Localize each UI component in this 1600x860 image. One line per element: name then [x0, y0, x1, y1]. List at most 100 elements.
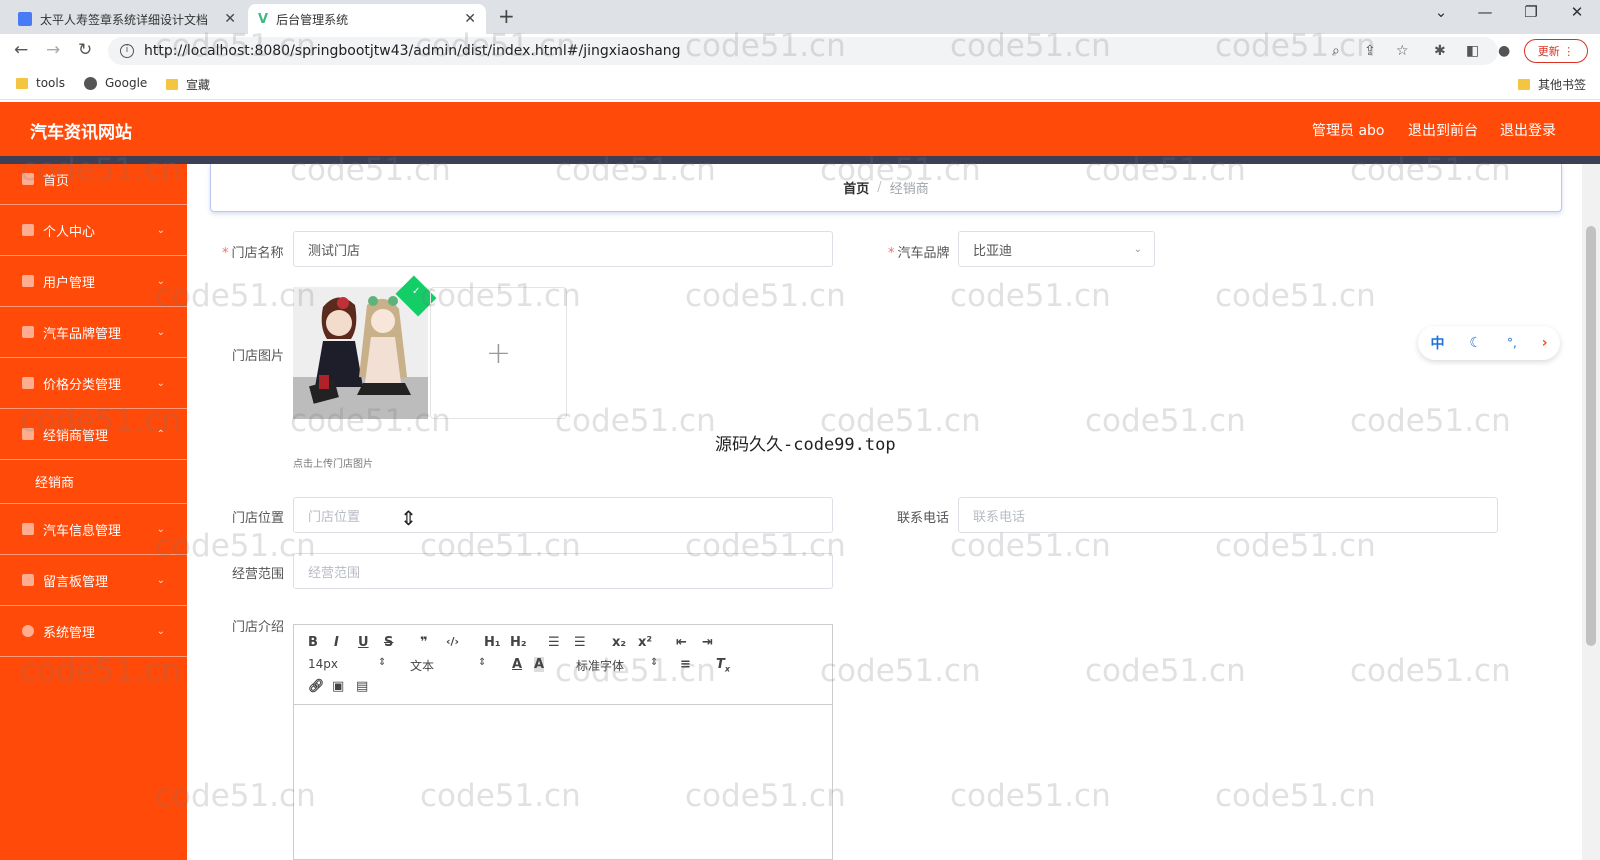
chevron-down-icon: ⌄ [156, 326, 165, 338]
close-tab-icon[interactable]: ✕ [464, 11, 476, 27]
reload-icon[interactable]: ↻ [78, 40, 92, 60]
italic-icon[interactable]: I [334, 635, 339, 650]
font-color-icon[interactable]: A [512, 657, 522, 672]
ordered-list-icon[interactable]: ☰ [548, 635, 560, 650]
restore-icon[interactable]: ❐ [1516, 3, 1546, 21]
logout-link[interactable]: 退出登录 [1500, 120, 1556, 140]
sidebar-item-profile[interactable]: 个人中心 ⌄ [0, 205, 187, 256]
strike-icon[interactable]: S [384, 635, 393, 650]
gear-icon [22, 625, 34, 637]
sidebar: 首页 个人中心 ⌄ 用户管理 ⌄ 汽车品牌管理 ⌄ 价格分类管理 ⌄ 经销商管理 ⌃ 经销… [0, 164, 187, 860]
extensions-icon[interactable]: ✱ [1434, 43, 1446, 59]
chevron-down-icon: ⌄ [156, 523, 165, 535]
superscript-icon[interactable]: x² [638, 635, 652, 650]
chevron-down-icon: ⌄ [156, 377, 165, 389]
sidebar-item-messages[interactable]: 留言板管理 ⌄ [0, 555, 187, 606]
chevron-down-icon: ⌄ [156, 625, 165, 637]
language-toggle[interactable]: 中 [1430, 333, 1444, 353]
close-window-icon[interactable]: ✕ [1562, 3, 1592, 21]
sidebar-item-brands[interactable]: 汽车品牌管理 ⌄ [0, 307, 187, 358]
scope-input[interactable]: 经营范围 [293, 553, 833, 589]
browser-tab-active[interactable]: V 后台管理系统 ✕ [248, 4, 486, 34]
subscript-icon[interactable]: x₂ [612, 635, 626, 650]
phone-input[interactable]: 联系电话 [958, 497, 1498, 533]
browser-tab[interactable]: 太平人寿签章系统详细设计文档 ✕ [8, 4, 246, 34]
chevron-down-icon: ⌄ [156, 574, 165, 586]
sidebar-item-users[interactable]: 用户管理 ⌄ [0, 256, 187, 307]
browser-tab-bar: 太平人寿签章系统详细设计文档 ✕ V 后台管理系统 ✕ + ⌄ — ❐ ✕ [0, 0, 1600, 34]
profile-icon[interactable]: ● [1498, 43, 1510, 59]
bookmark-label: Google [105, 76, 148, 90]
image-icon[interactable]: ▣ [332, 679, 344, 694]
back-icon[interactable]: ← [14, 40, 28, 60]
code-icon[interactable]: ‹/› [446, 635, 459, 648]
outdent-icon[interactable]: ⇤ [676, 635, 687, 650]
scrollbar-thumb[interactable] [1586, 226, 1596, 646]
minimize-icon[interactable]: — [1470, 3, 1500, 21]
car-icon [22, 574, 34, 586]
text-style-select[interactable]: 文本 [410, 657, 434, 674]
heading1-icon[interactable]: H₁ [484, 635, 501, 650]
sidepanel-icon[interactable]: ◧ [1466, 43, 1479, 59]
bullet-list-icon[interactable]: ☰ [574, 635, 586, 650]
editor-body[interactable] [294, 705, 832, 859]
forward-icon[interactable]: → [46, 40, 60, 60]
font-size-select[interactable]: 14px [308, 657, 338, 671]
underline-icon[interactable]: U [358, 635, 369, 650]
brand-select[interactable]: 比亚迪 ⌄ [958, 231, 1155, 267]
upload-button[interactable]: + [430, 287, 567, 419]
plus-icon: + [485, 335, 512, 371]
sidebar-item-label: 汽车信息管理 [43, 523, 122, 539]
bookmark-tools[interactable]: tools [16, 76, 65, 90]
required-mark: * [222, 246, 229, 261]
punctuation-icon[interactable]: °, [1507, 336, 1517, 350]
location-input[interactable]: 门店位置 [293, 497, 833, 533]
chevron-updown-icon: ⇕ [650, 657, 659, 668]
breadcrumb: 首页 / 经销商 [210, 164, 1562, 212]
update-button[interactable]: 更新 ⋮ [1524, 39, 1588, 63]
share-icon[interactable]: ⇪ [1364, 43, 1376, 59]
breadcrumb-home[interactable]: 首页 [843, 178, 869, 197]
heading2-icon[interactable]: H₂ [510, 635, 527, 650]
url-text: http://localhost:8080/springbootjtw43/ad… [144, 43, 681, 59]
sidebar-subitem-dealer[interactable]: 经销商 [0, 460, 187, 504]
chevron-down-icon[interactable]: ⌄ [1426, 3, 1456, 21]
info-icon[interactable]: i [120, 44, 134, 58]
align-icon[interactable]: ≡ [680, 657, 691, 672]
new-tab-icon[interactable]: + [498, 4, 515, 28]
check-icon: ✓ [412, 286, 421, 297]
quote-icon[interactable]: ❞ [420, 635, 428, 650]
chevron-up-icon: ⌃ [156, 428, 165, 440]
close-tab-icon[interactable]: ✕ [224, 11, 236, 27]
exit-to-front-link[interactable]: 退出到前台 [1408, 120, 1478, 140]
location-label: 门店位置 [232, 511, 285, 526]
bookmark-other[interactable]: 其他书签 [1518, 76, 1586, 93]
moon-icon[interactable]: ☾ [1469, 335, 1482, 351]
link-icon[interactable]: 🔗︎ [308, 679, 325, 694]
phone-label: 联系电话 [897, 511, 950, 526]
sidebar-item-car-info[interactable]: 汽车信息管理 ⌄ [0, 504, 187, 555]
sidebar-item-dealers[interactable]: 经销商管理 ⌃ [0, 409, 187, 460]
sidebar-item-home[interactable]: 首页 [0, 154, 187, 205]
background-color-icon[interactable]: A [534, 657, 545, 672]
sidebar-item-system[interactable]: 系统管理 ⌄ [0, 606, 187, 657]
font-family-select[interactable]: 标准字体 [576, 657, 624, 674]
document-icon [18, 12, 32, 26]
zoom-icon[interactable]: ⌕ [1332, 43, 1340, 59]
clear-format-icon[interactable]: Tx [716, 657, 730, 674]
sidebar-item-price-categories[interactable]: 价格分类管理 ⌄ [0, 358, 187, 409]
bookmark-collection[interactable]: 宣藏 [166, 76, 210, 93]
indent-icon[interactable]: ⇥ [702, 635, 713, 650]
chevron-right-icon[interactable]: › [1542, 335, 1548, 351]
brand-select-value: 比亚迪 [973, 243, 1013, 259]
video-icon[interactable]: ▤ [356, 679, 368, 694]
url-input[interactable]: i http://localhost:8080/springbootjtw43/… [108, 37, 1498, 65]
breadcrumb-current: 经销商 [889, 182, 929, 197]
home-icon [22, 173, 34, 185]
shop-name-input[interactable]: 测试门店 [293, 231, 833, 267]
bold-icon[interactable]: B [308, 635, 318, 650]
star-icon[interactable]: ☆ [1396, 43, 1409, 59]
shop-image-label: 门店图片 [232, 349, 285, 364]
bookmark-google[interactable]: Google [84, 76, 147, 90]
bookmarks-bar: tools Google 宣藏 其他书签 [0, 68, 1600, 100]
